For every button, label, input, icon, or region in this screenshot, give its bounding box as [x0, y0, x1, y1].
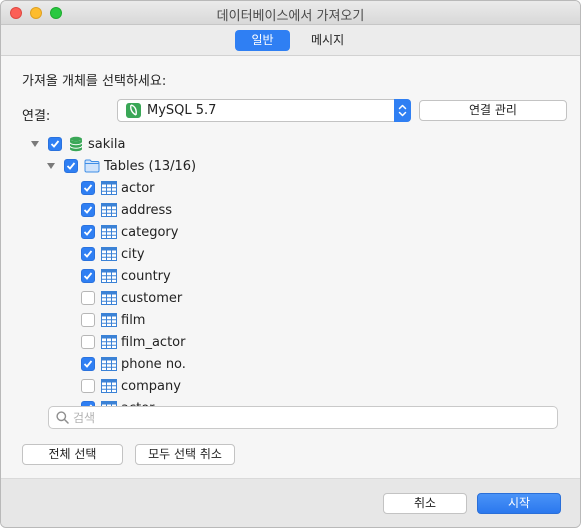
folder-icon — [84, 159, 100, 173]
table-checkbox[interactable] — [81, 225, 95, 239]
tab-messages[interactable]: 메시지 — [301, 30, 354, 51]
tree-row-database[interactable]: sakila — [30, 134, 125, 154]
table-icon — [101, 313, 117, 327]
table-name: company — [121, 378, 181, 394]
table-name: category — [121, 224, 179, 240]
tab-bar: 일반 메시지 — [1, 25, 580, 56]
tree-row-table[interactable]: country — [81, 266, 171, 286]
tree-row-table[interactable]: actor — [81, 178, 155, 198]
table-name: city — [121, 246, 145, 262]
search-icon — [56, 411, 69, 424]
general-tab-content: 가져올 개체를 선택하세요: 연결: MySQL 5.7 연결 관리 sakil… — [1, 56, 580, 478]
tables-folder-checkbox[interactable] — [64, 159, 78, 173]
tree-row-table[interactable]: phone no. — [81, 354, 186, 374]
table-icon — [101, 357, 117, 371]
tree-row-table[interactable]: company — [81, 376, 181, 396]
table-checkbox[interactable] — [81, 379, 95, 393]
title-bar: 데이터베이스에서 가져오기 — [1, 1, 580, 25]
connection-select[interactable]: MySQL 5.7 — [117, 99, 411, 122]
deselect-all-button[interactable]: 모두 선택 취소 — [135, 444, 235, 465]
database-name: sakila — [88, 136, 126, 152]
manage-connections-button[interactable]: 연결 관리 — [419, 100, 567, 121]
table-icon — [101, 335, 117, 349]
table-name: customer — [121, 290, 183, 306]
import-dialog-window: 데이터베이스에서 가져오기 일반 메시지 가져올 개체를 선택하세요: 연결: … — [0, 0, 581, 528]
tree-row-table[interactable]: customer — [81, 288, 182, 308]
search-input[interactable] — [73, 409, 543, 426]
tables-folder-label: Tables (13/16) — [104, 158, 197, 174]
table-name: film — [121, 312, 146, 328]
tree-row-table[interactable]: film_actor — [81, 332, 185, 352]
disclosure-triangle-icon[interactable] — [30, 139, 40, 149]
table-checkbox[interactable] — [81, 269, 95, 283]
tree-row-tables-folder[interactable]: Tables (13/16) — [46, 156, 196, 176]
table-name: phone no. — [121, 356, 186, 372]
table-checkbox[interactable] — [81, 291, 95, 305]
search-field[interactable] — [48, 406, 558, 429]
table-checkbox[interactable] — [81, 313, 95, 327]
table-checkbox[interactable] — [81, 357, 95, 371]
table-checkbox[interactable] — [81, 181, 95, 195]
window-title: 데이터베이스에서 가져오기 — [216, 9, 365, 24]
tree-row-table[interactable]: city — [81, 244, 145, 264]
instruction-label: 가져올 개체를 선택하세요: — [22, 74, 167, 89]
table-name: actor — [121, 180, 155, 196]
table-checkbox[interactable] — [81, 335, 95, 349]
object-tree: sakila Tables (13/16) actor address catego… — [1, 132, 580, 408]
table-name: film_actor — [121, 334, 186, 350]
database-checkbox[interactable] — [48, 137, 62, 151]
select-all-button[interactable]: 전체 선택 — [22, 444, 123, 465]
table-icon — [101, 291, 117, 305]
table-checkbox[interactable] — [81, 203, 95, 217]
table-icon — [101, 225, 117, 239]
start-button[interactable]: 시작 — [477, 493, 561, 514]
mysql-connection-icon — [126, 103, 141, 118]
table-name: country — [121, 268, 171, 284]
table-icon — [101, 269, 117, 283]
connection-label: 연결: — [22, 109, 51, 124]
tab-general[interactable]: 일반 — [235, 30, 290, 51]
tree-row-table[interactable]: category — [81, 222, 178, 242]
connection-selected-value: MySQL 5.7 — [147, 103, 217, 118]
table-icon — [101, 181, 117, 195]
table-icon — [101, 247, 117, 261]
chevron-updown-icon[interactable] — [394, 99, 411, 122]
disclosure-triangle-icon[interactable] — [46, 161, 56, 171]
database-icon — [69, 136, 83, 152]
cancel-button[interactable]: 취소 — [383, 493, 467, 514]
table-icon — [101, 203, 117, 217]
tree-row-table[interactable]: address — [81, 200, 172, 220]
table-name: address — [121, 202, 173, 218]
table-checkbox[interactable] — [81, 247, 95, 261]
table-icon — [101, 379, 117, 393]
tree-row-table[interactable]: film — [81, 310, 145, 330]
dialog-footer: 취소 시작 — [1, 478, 580, 527]
